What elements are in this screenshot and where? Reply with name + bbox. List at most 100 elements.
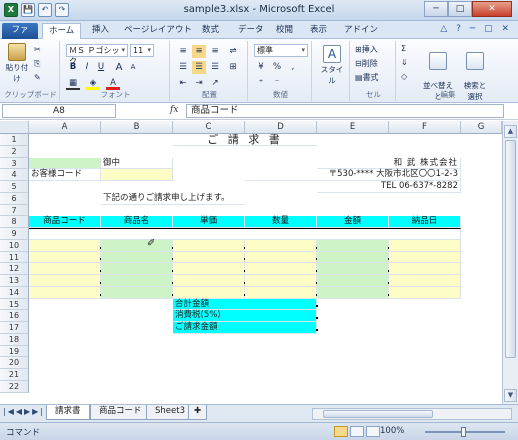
close-button[interactable]: ✕ (472, 1, 512, 17)
row-header[interactable]: 1 (0, 134, 29, 146)
comma-icon[interactable]: , (286, 61, 300, 74)
copy-icon[interactable]: ⎘ (34, 59, 40, 69)
row-header[interactable]: 12 (0, 263, 29, 276)
row-header[interactable]: 7 (0, 204, 29, 217)
grand-total-cell[interactable] (245, 322, 318, 334)
align-right-icon[interactable]: ☰ (208, 61, 222, 74)
data-cell[interactable] (389, 239, 461, 252)
fill-icon[interactable]: ⇓ (401, 58, 408, 67)
cell-d8[interactable]: 数量 (245, 216, 317, 229)
data-cell[interactable] (29, 286, 102, 299)
cell-c16[interactable]: 消費税(5%) (173, 310, 245, 323)
data-cell[interactable] (101, 286, 174, 299)
cell-a3[interactable] (29, 157, 101, 170)
bold-button[interactable]: B (66, 61, 80, 74)
data-cell[interactable] (245, 275, 318, 287)
data-cell[interactable] (389, 263, 461, 276)
shrink-font-button[interactable]: A (126, 61, 140, 74)
styles-button[interactable]: A スタイル (318, 45, 346, 86)
insert-cells-button[interactable]: ⊞挿入 (355, 44, 378, 55)
row-header[interactable]: 17 (0, 322, 29, 334)
tab-addins[interactable]: アドイン (338, 23, 384, 39)
cell-c15[interactable]: 合計金額 (173, 298, 245, 311)
cell-a8[interactable]: 商品コード (29, 216, 101, 229)
data-cell[interactable] (245, 251, 318, 264)
row-header[interactable]: 16 (0, 310, 29, 323)
row-header[interactable]: 10 (0, 239, 29, 252)
tab-insert[interactable]: 挿入 (86, 23, 115, 39)
tax-cell[interactable] (245, 310, 318, 323)
row-header[interactable]: 6 (0, 192, 29, 205)
zoom-level[interactable]: 100% (380, 426, 404, 436)
cell-d4[interactable]: 〒530-**** 大阪市北区〇〇1-2-3 (245, 169, 461, 182)
column-header-d[interactable]: D (245, 121, 317, 134)
italic-button[interactable]: I (80, 61, 94, 74)
normal-view-icon[interactable] (334, 426, 348, 437)
row-header[interactable]: 20 (0, 357, 29, 370)
data-cell[interactable] (173, 275, 246, 287)
align-bottom-icon[interactable]: ≡ (208, 45, 222, 58)
row-header[interactable]: 2 (0, 145, 29, 158)
format-cells-button[interactable]: ▤書式 (355, 72, 379, 83)
data-cell[interactable] (29, 263, 102, 276)
delete-cells-button[interactable]: ⊟削除 (355, 58, 378, 69)
cell-e3[interactable]: 和 武 株式会社 (317, 157, 461, 170)
page-layout-view-icon[interactable] (350, 426, 364, 437)
underline-button[interactable]: U (94, 61, 108, 74)
help-icons[interactable]: △ ? ─ ▢ ✕ (440, 24, 512, 34)
number-format-select[interactable]: 標準 (254, 44, 308, 57)
data-cell[interactable] (173, 251, 246, 264)
row-header[interactable]: 3 (0, 157, 29, 170)
zoom-slider[interactable] (425, 427, 505, 437)
data-cell[interactable] (245, 286, 318, 299)
font-name-select[interactable]: ＭＳ Ｐゴシック (66, 44, 128, 66)
horizontal-scrollbar[interactable] (312, 408, 512, 420)
column-header-f[interactable]: F (389, 121, 461, 134)
align-left-icon[interactable]: ☰ (176, 61, 190, 74)
row-header[interactable]: 13 (0, 275, 29, 287)
minimize-button[interactable]: ─ (424, 1, 448, 17)
tab-page-layout[interactable]: ページレイアウト (118, 23, 198, 39)
align-top-icon[interactable]: ≡ (176, 45, 190, 58)
clear-icon[interactable]: ◇ (401, 72, 407, 81)
cut-icon[interactable]: ✂ (34, 45, 41, 54)
data-cell[interactable] (101, 263, 174, 276)
data-cell[interactable] (29, 251, 102, 264)
name-box[interactable]: A8 (2, 104, 116, 118)
cell-e8[interactable]: 金額 (317, 216, 389, 229)
cell-b4[interactable] (101, 169, 173, 182)
grow-font-button[interactable]: A (112, 61, 126, 74)
sheet-tab-product-code[interactable]: 商品コード (90, 405, 151, 420)
cell-c17[interactable]: ご請求金額 (173, 322, 245, 334)
row-header[interactable]: 15 (0, 298, 29, 311)
sheet-nav-icons[interactable]: |◀◀▶▶| (3, 407, 45, 416)
align-center-icon[interactable]: ☰ (192, 61, 206, 74)
data-cell[interactable] (245, 263, 318, 276)
autosum-button[interactable]: Σ (401, 44, 406, 53)
wrap-text-icon[interactable]: ⇌ (226, 45, 240, 58)
row-header[interactable]: 4 (0, 169, 29, 182)
formula-input[interactable]: 商品コード (186, 104, 504, 118)
sheet-tab-invoice[interactable]: 請求書 (46, 405, 90, 420)
data-cell[interactable] (29, 239, 102, 252)
column-header-a[interactable]: A (29, 121, 101, 134)
currency-icon[interactable]: ¥ (254, 61, 268, 74)
cell-c1-title[interactable]: ご 請 求 書 (173, 134, 317, 146)
cell-f8[interactable]: 納品日 (389, 216, 461, 229)
row-header[interactable]: 21 (0, 369, 29, 381)
font-size-select[interactable]: 11 (130, 44, 154, 57)
hscroll-thumb[interactable] (323, 410, 433, 418)
column-header-b[interactable]: B (101, 121, 173, 134)
cell-a4[interactable]: お客様コード (29, 169, 101, 182)
tab-home[interactable]: ホーム (42, 23, 82, 39)
tab-review[interactable]: 校閲 (270, 23, 299, 39)
row-header[interactable]: 8 (0, 216, 29, 229)
zoom-knob[interactable] (461, 427, 466, 437)
percent-icon[interactable]: % (270, 61, 284, 74)
row-header[interactable]: 14 (0, 286, 29, 299)
scroll-down-icon[interactable]: ▼ (504, 389, 517, 402)
column-header-g[interactable]: G (461, 121, 502, 134)
data-cell[interactable] (317, 239, 390, 252)
data-cell[interactable] (173, 286, 246, 299)
tab-file[interactable]: ファイル (2, 23, 38, 50)
